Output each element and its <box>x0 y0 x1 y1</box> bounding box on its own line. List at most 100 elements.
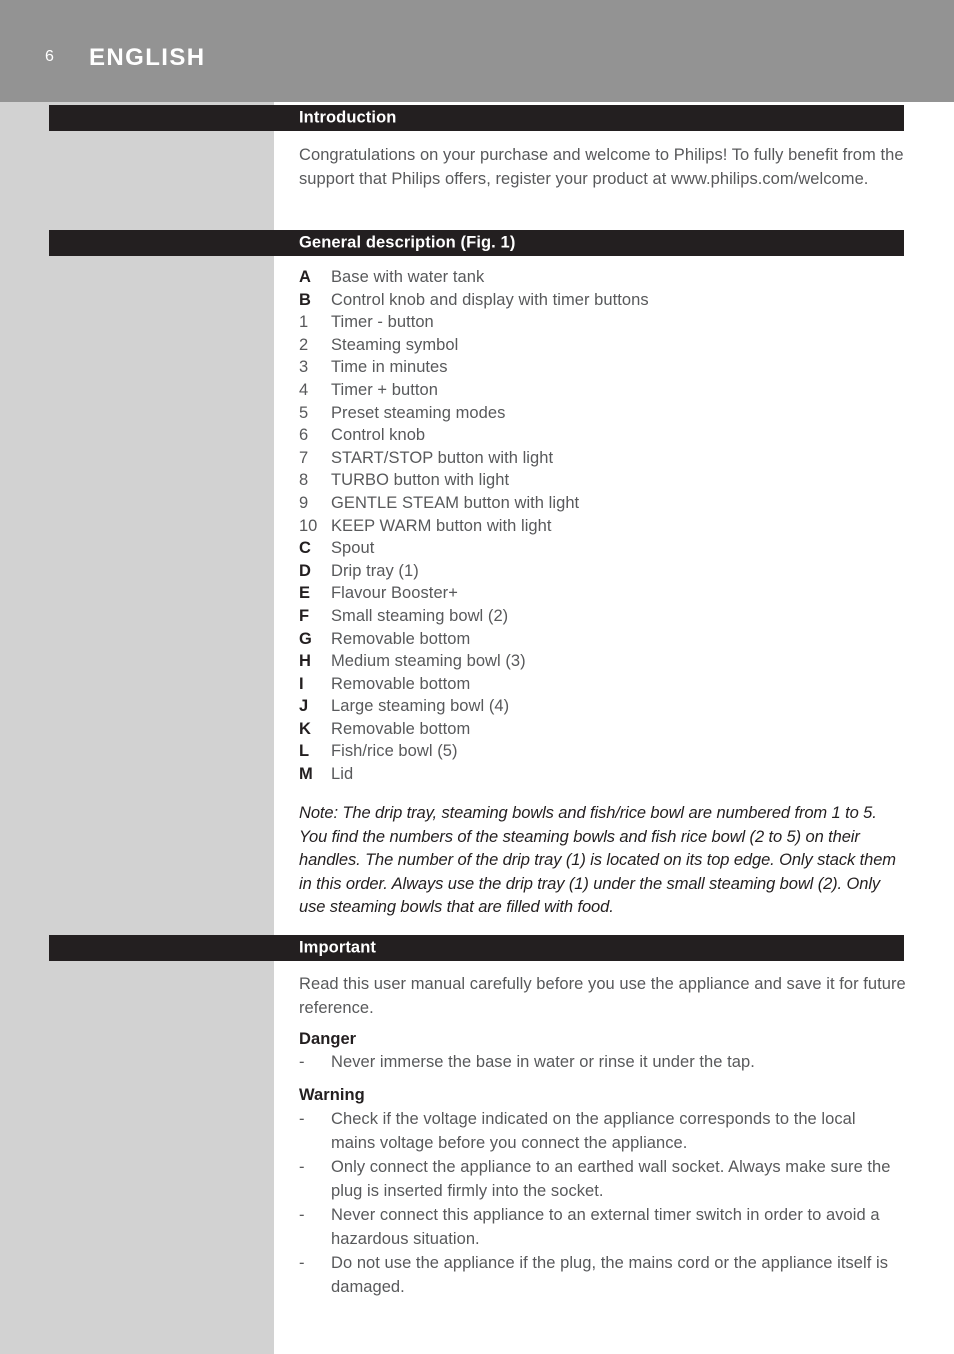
warning-bullet-list: - Check if the voltage indicated on the a… <box>299 1107 899 1299</box>
general-description-note: Note: The drip tray, steaming bowls and … <box>299 802 905 920</box>
description-item-label: Control knob and display with timer butt… <box>331 290 649 309</box>
bullet-item: - Check if the voltage indicated on the a… <box>299 1107 899 1155</box>
description-item: M Lid <box>299 763 907 786</box>
description-item-key: 3 <box>299 358 309 377</box>
bullet-item: - Only connect the appliance to an earthe… <box>299 1155 899 1203</box>
description-item-key: 8 <box>299 471 309 490</box>
bullet-item-text: Only connect the appliance to an earthed… <box>331 1158 891 1200</box>
description-item: C Spout <box>299 537 907 560</box>
description-item-label: Timer - button <box>331 313 434 332</box>
description-item-label: GENTLE STEAM button with light <box>331 493 580 512</box>
description-item-label: Large steaming bowl (4) <box>331 697 510 716</box>
page-number: 6 <box>45 48 55 65</box>
description-item-key: A <box>299 268 311 286</box>
description-item-key: H <box>299 652 311 671</box>
description-item: 4 Timer + button <box>299 379 907 402</box>
description-item: B Control knob and display with timer but… <box>299 289 907 312</box>
description-item-key: F <box>299 606 310 625</box>
description-item: L Fish/rice bowl (5) <box>299 740 907 763</box>
description-item: 3 Time in minutes <box>299 356 907 379</box>
description-item-key: 5 <box>299 403 309 422</box>
section-heading-introduction: Introduction <box>299 108 397 127</box>
description-item: 6 Control knob <box>299 424 907 447</box>
note-paragraph: Note: The drip tray, steaming bowls and … <box>299 804 896 916</box>
description-item: 9 GENTLE STEAM button with light <box>299 492 907 515</box>
description-item-label: Timer + button <box>331 380 438 399</box>
description-item-key: 9 <box>299 493 309 512</box>
description-item-key: K <box>299 719 311 738</box>
description-item-label: Spout <box>331 539 375 558</box>
description-item-label: Drip tray (1) <box>331 561 419 580</box>
description-item: 8 TURBO button with light <box>299 469 907 492</box>
bullet-item-text: Never immerse the base in water or rinse… <box>331 1053 755 1071</box>
section-bar-introduction: Introduction <box>49 105 904 131</box>
description-item: J Large steaming bowl (4) <box>299 695 907 718</box>
description-item-label: TURBO button with light <box>331 471 510 490</box>
description-item: 2 Steaming symbol <box>299 334 907 357</box>
description-item-label: Removable bottom <box>331 719 471 738</box>
general-description-list: A Base with water tank B Control knob and d… <box>299 266 907 786</box>
description-item: A Base with water tank <box>299 266 907 289</box>
bullet-item-text: Check if the voltage indicated on the ap… <box>331 1110 856 1152</box>
description-item-key: 4 <box>299 380 309 399</box>
subheading-warning: Warning <box>299 1086 365 1104</box>
section-heading-important: Important <box>299 938 376 957</box>
bullet-dash-marker: - <box>299 1053 305 1071</box>
description-item: 5 Preset steaming modes <box>299 402 907 425</box>
description-item-label: Medium steaming bowl (3) <box>331 652 526 671</box>
bullet-dash-marker: - <box>299 1110 305 1128</box>
description-item: F Small steaming bowl (2) <box>299 605 907 628</box>
bullet-item-text: Do not use the appliance if the plug, th… <box>331 1254 889 1296</box>
description-item-label: KEEP WARM button with light <box>331 516 552 535</box>
description-item: 1 Timer - button <box>299 311 907 334</box>
introduction-body: Congratulations on your purchase and wel… <box>299 143 909 191</box>
page-title: ENGLISH <box>89 44 206 71</box>
description-item-key: E <box>299 584 311 603</box>
description-item-label: Base with water tank <box>331 268 485 286</box>
description-item: K Removable bottom <box>299 718 907 741</box>
description-item-label: Lid <box>331 765 354 784</box>
section-bar-general-description: General description (Fig. 1) <box>49 230 904 256</box>
description-item: G Removable bottom <box>299 628 907 651</box>
important-body: Read this user manual carefully before y… <box>299 972 909 1020</box>
description-item-key: 6 <box>299 426 309 445</box>
bullet-dash-marker: - <box>299 1206 305 1224</box>
introduction-paragraph: Congratulations on your purchase and wel… <box>299 146 904 188</box>
description-item-label: Time in minutes <box>331 358 448 377</box>
bullet-item: - Never immerse the base in water or rins… <box>299 1050 899 1074</box>
description-item: 7 START/STOP button with light <box>299 447 907 470</box>
description-item-label: Preset steaming modes <box>331 403 506 422</box>
description-item-key: C <box>299 539 311 558</box>
description-item-label: Small steaming bowl (2) <box>331 606 509 625</box>
bullet-dash-marker: - <box>299 1254 305 1272</box>
description-item: I Removable bottom <box>299 673 907 696</box>
description-item-label: Removable bottom <box>331 629 471 648</box>
description-item-key: 2 <box>299 335 309 354</box>
description-item-label: Fish/rice bowl (5) <box>331 742 458 761</box>
section-bar-important: Important <box>49 935 904 961</box>
bullet-item: - Do not use the appliance if the plug, t… <box>299 1251 899 1299</box>
description-item-key: 1 <box>299 313 309 332</box>
description-item-label: Steaming symbol <box>331 335 459 354</box>
description-item-label: Flavour Booster+ <box>331 584 458 603</box>
important-paragraph: Read this user manual carefully before y… <box>299 975 906 1017</box>
danger-bullet-list: - Never immerse the base in water or rins… <box>299 1050 899 1074</box>
bullet-item: - Never connect this appliance to an exte… <box>299 1203 899 1251</box>
description-item-key: M <box>299 765 313 784</box>
sidebar-gray-band <box>0 102 274 1354</box>
bullet-dash-marker: - <box>299 1158 305 1176</box>
description-item-label: Control knob <box>331 426 426 445</box>
subheading-danger: Danger <box>299 1030 357 1048</box>
description-item-key: 7 <box>299 448 309 467</box>
description-item-key: D <box>299 561 311 580</box>
description-item-key: G <box>299 629 312 648</box>
section-heading-general-description: General description (Fig. 1) <box>299 233 516 252</box>
description-item-key: L <box>299 742 310 761</box>
manual-page: 6 ENGLISH Introduction Congratulations o… <box>0 0 954 1354</box>
description-item-key: 10 <box>299 516 318 535</box>
description-item: H Medium steaming bowl (3) <box>299 650 907 673</box>
description-item: D Drip tray (1) <box>299 560 907 583</box>
description-item-key: I <box>299 674 304 693</box>
description-item-label: START/STOP button with light <box>331 448 554 467</box>
description-item-key: J <box>299 697 309 716</box>
